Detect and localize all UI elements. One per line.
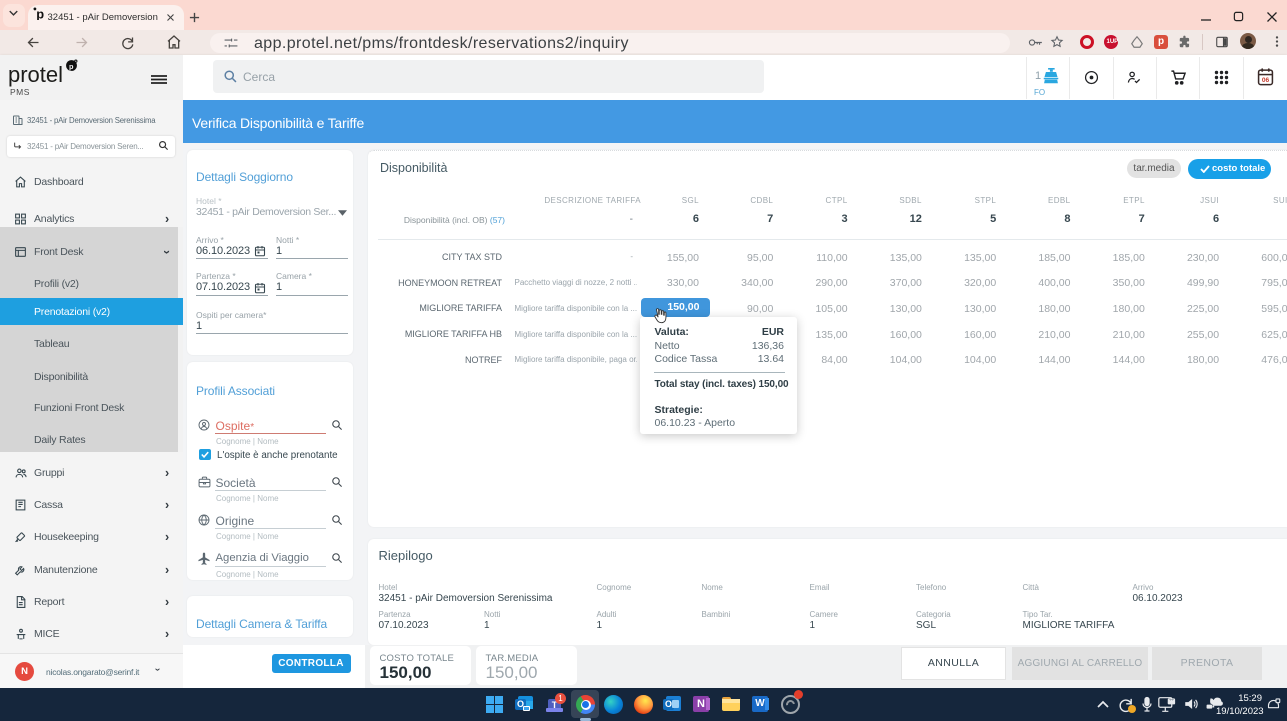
svg-text:06: 06 — [1262, 77, 1270, 84]
svg-text:101: 101 — [1168, 700, 1174, 704]
svg-text:p: p — [69, 62, 74, 71]
svg-text:p: p — [36, 6, 44, 20]
